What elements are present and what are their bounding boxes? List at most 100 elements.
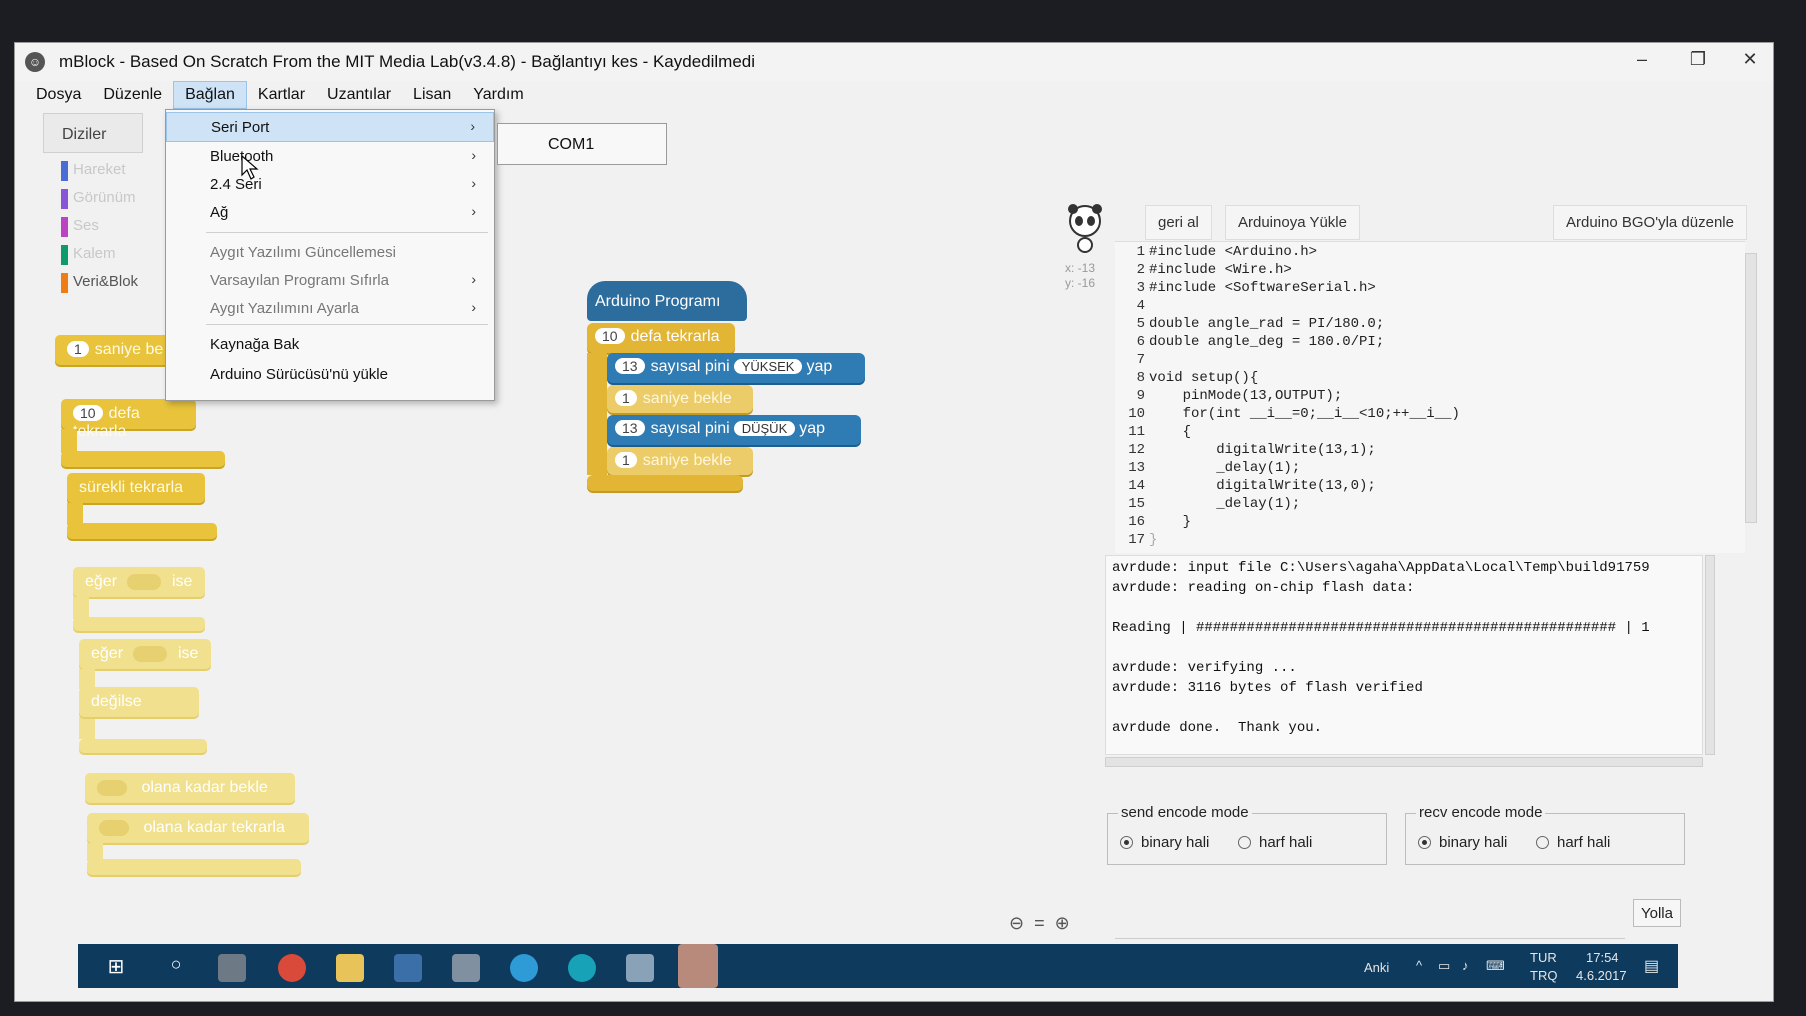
- number-slot[interactable]: 10: [73, 405, 103, 421]
- language-code[interactable]: TUR: [1530, 950, 1557, 965]
- console-line: avrdude: input file C:\Users\agaha\AppDa…: [1112, 560, 1650, 576]
- search-icon[interactable]: ○: [162, 954, 190, 982]
- close-button[interactable]: ✕: [1735, 49, 1765, 70]
- browser-icon[interactable]: [510, 954, 538, 982]
- script-block-wait-1[interactable]: 1 saniye bekle: [607, 385, 753, 413]
- active-app-icon[interactable]: [678, 944, 718, 988]
- chevron-up-icon[interactable]: ^: [1416, 958, 1422, 973]
- menu-lisan[interactable]: Lisan: [402, 82, 462, 108]
- upload-console[interactable]: avrdude: input file C:\Users\agaha\AppDa…: [1105, 555, 1703, 755]
- block-foot: [61, 451, 225, 467]
- script-block-repeat[interactable]: 10 defa tekrarla: [587, 323, 735, 353]
- pin-value-dropdown[interactable]: DÜŞÜK: [733, 421, 796, 436]
- menu-uzantilar[interactable]: Uzantılar: [316, 82, 402, 108]
- pin-value-dropdown[interactable]: YÜKSEK: [733, 359, 803, 374]
- menu-item-set-firmware[interactable]: Aygıt Yazılımını Ayarla ›: [166, 294, 494, 322]
- anki-tray-label[interactable]: Anki: [1364, 960, 1389, 975]
- menu-item-network[interactable]: Ağ ›: [166, 198, 494, 226]
- restore-button[interactable]: ❐: [1683, 49, 1713, 70]
- radio-label: harf hali: [1259, 834, 1313, 851]
- start-icon[interactable]: ⊞: [102, 954, 130, 982]
- category-data-blocks[interactable]: Veri&Blok: [61, 273, 138, 295]
- number-slot[interactable]: 1: [615, 452, 637, 468]
- undo-button[interactable]: geri al: [1145, 205, 1212, 240]
- condition-slot[interactable]: [97, 779, 127, 796]
- condition-slot[interactable]: [133, 645, 168, 662]
- category-label: Veri&Blok: [73, 273, 139, 290]
- code-scrollbar[interactable]: [1745, 253, 1757, 523]
- condition-slot[interactable]: [99, 819, 129, 836]
- serial-send-input[interactable]: [1115, 913, 1625, 939]
- arduino-program-hat-block[interactable]: Arduino Programı: [587, 281, 747, 321]
- send-binary-radio[interactable]: binary hali: [1120, 834, 1209, 851]
- recv-text-radio[interactable]: harf hali: [1536, 834, 1610, 851]
- menu-baglan[interactable]: Bağlan: [173, 81, 247, 109]
- palette-block-forever[interactable]: sürekli tekrarla: [67, 473, 205, 503]
- tab-diziler[interactable]: Diziler: [43, 113, 143, 153]
- palette-block-repeat-until[interactable]: olana kadar tekrarla: [87, 813, 309, 843]
- upload-to-arduino-button[interactable]: Arduinoya Yükle: [1225, 205, 1360, 240]
- chrome-icon[interactable]: [278, 954, 306, 982]
- code-line: 6 double angle_deg = 180.0/PI;: [1136, 334, 1385, 350]
- clock-time[interactable]: 17:54: [1586, 950, 1619, 965]
- script-block-digital-write-high[interactable]: 13 sayısal pini YÜKSEK yap: [607, 353, 865, 383]
- clock-date[interactable]: 4.6.2017: [1576, 968, 1627, 983]
- panda-sprite-icon[interactable]: [1065, 203, 1105, 253]
- arduino-code-view[interactable]: 1 #include <Arduino.h> 2 #include <Wire.h>…: [1115, 241, 1745, 553]
- number-slot[interactable]: 13: [615, 420, 645, 436]
- palette-block-if[interactable]: eğer ise: [73, 567, 205, 597]
- console-hscrollbar[interactable]: [1105, 757, 1703, 767]
- mouse-cursor-icon: [241, 155, 259, 180]
- category-sound[interactable]: Ses: [61, 217, 99, 239]
- script-block-wait-2[interactable]: 1 saniye bekle: [607, 447, 753, 475]
- category-looks[interactable]: Görünüm: [61, 189, 136, 211]
- taskbar-app-icon[interactable]: [218, 954, 246, 982]
- block-label: olana kadar bekle: [141, 779, 268, 796]
- keyboard-layout[interactable]: TRQ: [1530, 968, 1557, 983]
- number-slot[interactable]: 1: [615, 390, 637, 406]
- menu-kartlar[interactable]: Kartlar: [247, 82, 316, 108]
- menu-dosya[interactable]: Dosya: [25, 82, 92, 108]
- zoom-out-icon[interactable]: ⊖: [1009, 913, 1034, 933]
- console-vscrollbar[interactable]: [1705, 555, 1715, 755]
- category-pen[interactable]: Kalem: [61, 245, 116, 267]
- menu-yardim[interactable]: Yardım: [462, 82, 534, 108]
- keyboard-icon[interactable]: ⌨: [1486, 958, 1505, 974]
- arduino-icon[interactable]: [568, 954, 596, 982]
- palette-block-if-else[interactable]: eğer ise: [79, 639, 211, 669]
- script-block-digital-write-low[interactable]: 13 sayısal pini DÜŞÜK yap: [607, 415, 861, 445]
- network-icon[interactable]: ▭: [1438, 958, 1450, 974]
- menu-item-serial-port[interactable]: Seri Port ›: [166, 112, 494, 142]
- menu-item-install-driver[interactable]: Arduino Sürücüsü'nü yükle: [166, 360, 494, 388]
- menu-item-firmware-update[interactable]: Aygıt Yazılımı Güncellemesi: [166, 238, 494, 266]
- palette-block-wait-until[interactable]: olana kadar bekle: [85, 773, 295, 803]
- number-slot[interactable]: 13: [615, 358, 645, 374]
- menu-item-bluetooth[interactable]: Bluetooth ›: [166, 142, 494, 170]
- zoom-reset-icon[interactable]: =: [1034, 913, 1055, 933]
- condition-slot[interactable]: [127, 573, 162, 590]
- category-motion[interactable]: Hareket: [61, 161, 126, 183]
- zoom-in-icon[interactable]: ⊕: [1055, 913, 1080, 933]
- palette-block-wait[interactable]: 1 saniye be: [55, 335, 175, 365]
- store-icon[interactable]: [394, 954, 422, 982]
- number-slot[interactable]: 1: [67, 341, 89, 357]
- mblock-taskbar-icon[interactable]: [626, 954, 654, 982]
- code-line: 7: [1136, 352, 1145, 368]
- palette-block-repeat[interactable]: 10 defa tekrarla: [61, 399, 196, 440]
- menu-item-reset-default[interactable]: Varsayılan Programı Sıfırla ›: [166, 266, 494, 294]
- volume-icon[interactable]: ♪: [1462, 958, 1469, 973]
- recv-binary-radio[interactable]: binary hali: [1418, 834, 1507, 851]
- taskbar-app-icon[interactable]: [452, 954, 480, 982]
- edit-with-arduino-ide-button[interactable]: Arduino BGO'yla düzenle: [1553, 205, 1747, 240]
- submenu-item-com1[interactable]: COM1: [548, 136, 594, 153]
- menu-duzenle[interactable]: Düzenle: [92, 82, 173, 108]
- file-explorer-icon[interactable]: [336, 954, 364, 982]
- minimize-button[interactable]: –: [1627, 49, 1657, 70]
- menu-item-view-source[interactable]: Kaynağa Bak: [166, 330, 494, 358]
- notification-icon[interactable]: ▤: [1644, 956, 1659, 976]
- send-text-radio[interactable]: harf hali: [1238, 834, 1312, 851]
- chevron-right-icon: ›: [471, 271, 476, 287]
- menu-item-24-serial[interactable]: 2.4 Seri ›: [166, 170, 494, 198]
- number-slot[interactable]: 10: [595, 328, 625, 344]
- send-button[interactable]: Yolla: [1633, 899, 1681, 927]
